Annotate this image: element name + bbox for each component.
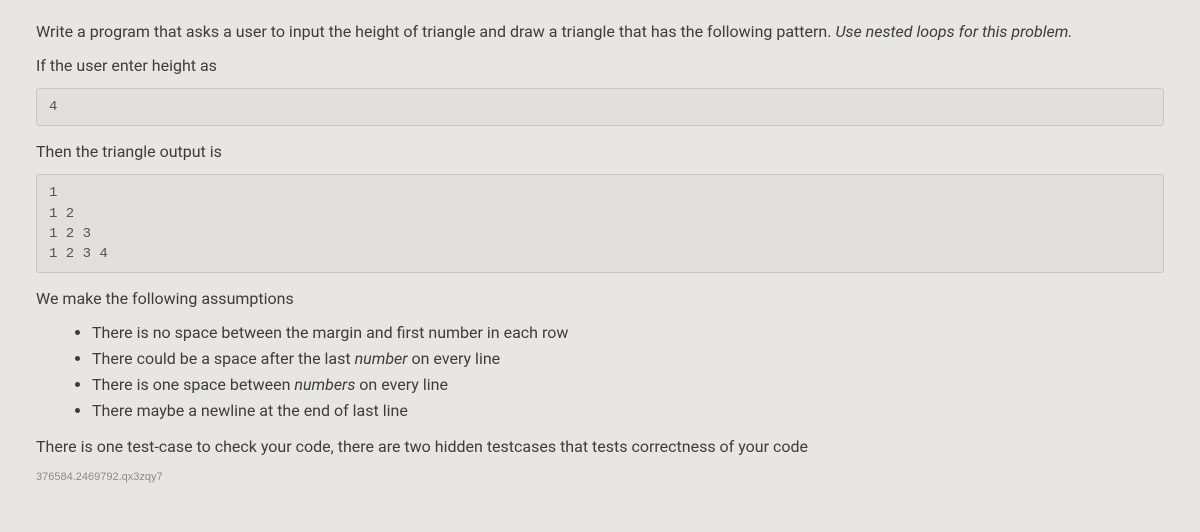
assumption-post: on every line [355, 375, 448, 394]
input-code-block: 4 [36, 88, 1164, 126]
input-value: 4 [49, 99, 57, 115]
list-item: There could be a space after the last nu… [92, 347, 1164, 371]
assumption-italic: number [355, 349, 408, 368]
testcase-note: There is one test-case to check your cod… [36, 435, 1164, 459]
prompt-enter-height: If the user enter height as [36, 54, 1164, 78]
list-item: There is one space between numbers on ev… [92, 373, 1164, 397]
assumptions-heading: We make the following assumptions [36, 287, 1164, 311]
list-item: There maybe a newline at the end of last… [92, 399, 1164, 423]
assumption-text: There could be a space after the last [92, 349, 355, 368]
list-item: There is no space between the margin and… [92, 321, 1164, 345]
assumption-text: There maybe a newline at the end of last… [92, 401, 408, 420]
footer-code: 376584.2469792.qx3zqy7 [36, 469, 1164, 486]
assumption-text: There is no space between the margin and… [92, 323, 568, 342]
triangle-output-block: 1 1 2 1 2 3 1 2 3 4 [36, 174, 1164, 273]
intro-text: Write a program that asks a user to inpu… [36, 22, 835, 41]
output-label: Then the triangle output is [36, 140, 1164, 164]
assumption-italic: numbers [294, 375, 355, 394]
assumption-post: on every line [408, 349, 501, 368]
assumptions-list: There is no space between the margin and… [36, 321, 1164, 423]
assumption-text: There is one space between [92, 375, 294, 394]
problem-intro: Write a program that asks a user to inpu… [36, 20, 1164, 44]
intro-italic: Use nested loops for this problem. [835, 22, 1072, 41]
